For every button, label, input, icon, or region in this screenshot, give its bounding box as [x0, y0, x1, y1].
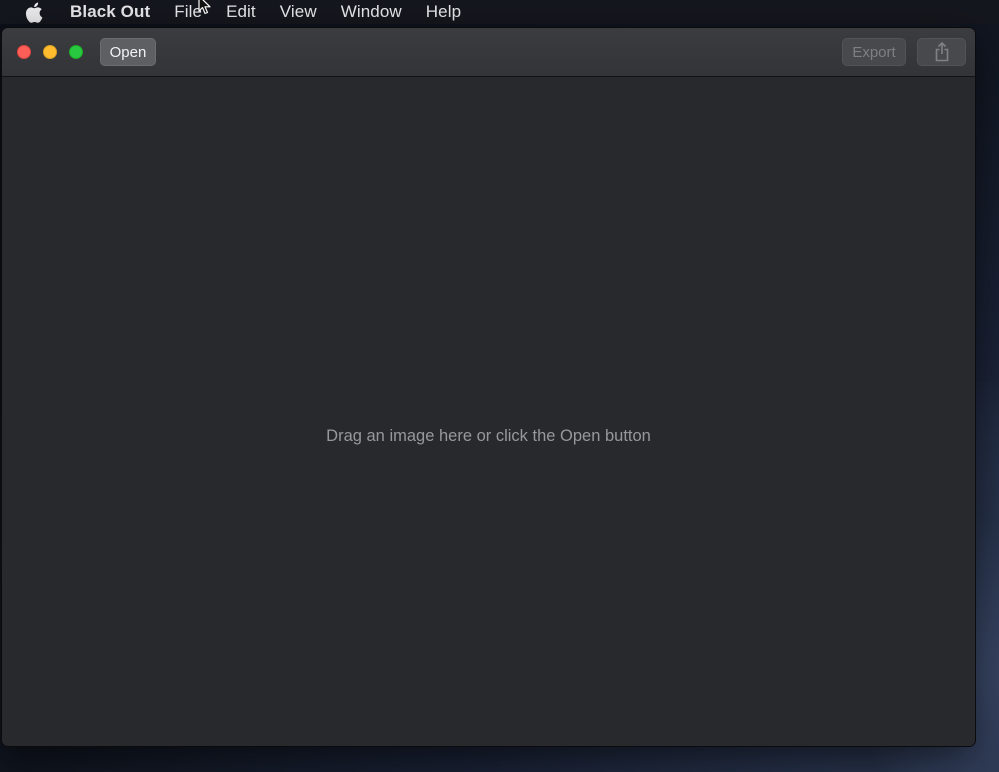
window-toolbar: Open Export: [2, 28, 975, 77]
drop-placeholder-text: Drag an image here or click the Open but…: [326, 427, 651, 445]
export-button[interactable]: Export: [842, 38, 906, 66]
menu-help[interactable]: Help: [426, 2, 461, 22]
menu-bar: Black Out File Edit View Window Help: [0, 0, 999, 24]
image-drop-area[interactable]: Drag an image here or click the Open but…: [2, 77, 975, 746]
menu-view[interactable]: View: [280, 2, 317, 22]
share-icon: [935, 42, 948, 62]
share-button[interactable]: [917, 38, 966, 66]
menu-window[interactable]: Window: [341, 2, 402, 22]
apple-icon[interactable]: [25, 1, 45, 23]
zoom-window-button[interactable]: [69, 45, 83, 59]
menu-edit[interactable]: Edit: [226, 2, 256, 22]
mouse-cursor-icon: [198, 0, 211, 15]
open-button[interactable]: Open: [100, 38, 156, 66]
close-window-button[interactable]: [17, 45, 31, 59]
minimize-window-button[interactable]: [43, 45, 57, 59]
app-window: Open Export Drag an image here or click …: [2, 28, 975, 746]
menu-app-name[interactable]: Black Out: [70, 2, 150, 22]
